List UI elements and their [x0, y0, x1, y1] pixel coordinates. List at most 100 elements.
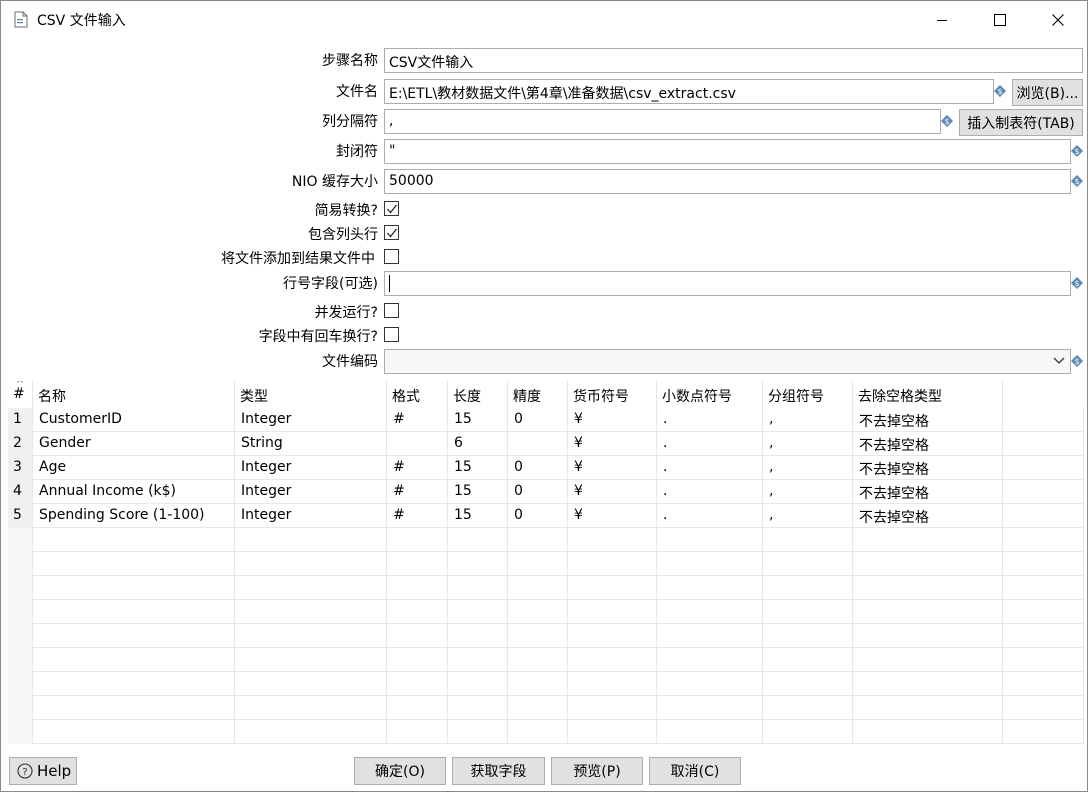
- table-cell[interactable]: [853, 720, 1003, 744]
- table-cell[interactable]: #: [387, 408, 448, 432]
- table-cell[interactable]: 0: [508, 504, 568, 528]
- table-cell[interactable]: [657, 624, 763, 648]
- table-cell[interactable]: [853, 696, 1003, 720]
- get-fields-button[interactable]: 获取字段: [452, 757, 545, 785]
- table-cell[interactable]: [763, 552, 853, 576]
- empty-table-row[interactable]: [8, 600, 1084, 624]
- table-cell[interactable]: ¥: [568, 456, 657, 480]
- table-cell[interactable]: [235, 720, 387, 744]
- table-cell[interactable]: [448, 624, 508, 648]
- table-cell[interactable]: [33, 600, 235, 624]
- table-cell[interactable]: [853, 624, 1003, 648]
- table-cell[interactable]: [508, 672, 568, 696]
- table-cell[interactable]: .: [657, 456, 763, 480]
- table-cell[interactable]: .: [657, 504, 763, 528]
- maximize-button[interactable]: [970, 1, 1030, 39]
- table-cell[interactable]: [387, 576, 448, 600]
- table-cell[interactable]: [508, 432, 568, 456]
- lazy-conversion-checkbox[interactable]: [384, 201, 399, 216]
- table-cell[interactable]: [235, 528, 387, 552]
- preview-button[interactable]: 预览(P): [551, 757, 643, 785]
- column-header[interactable]: 类型: [235, 381, 387, 408]
- table-cell[interactable]: Age: [33, 456, 235, 480]
- table-cell[interactable]: [33, 696, 235, 720]
- table-cell[interactable]: ¥: [568, 480, 657, 504]
- table-cell[interactable]: [1003, 672, 1084, 696]
- newline-in-field-checkbox[interactable]: [384, 327, 399, 342]
- table-cell[interactable]: [568, 720, 657, 744]
- table-cell[interactable]: [763, 600, 853, 624]
- table-cell[interactable]: [387, 552, 448, 576]
- table-cell[interactable]: [568, 576, 657, 600]
- table-cell[interactable]: Integer: [235, 408, 387, 432]
- table-cell[interactable]: 15: [448, 408, 508, 432]
- table-cell[interactable]: [448, 552, 508, 576]
- table-cell[interactable]: [235, 576, 387, 600]
- table-cell[interactable]: [387, 528, 448, 552]
- table-cell[interactable]: [448, 648, 508, 672]
- table-cell[interactable]: [657, 552, 763, 576]
- table-cell[interactable]: [568, 648, 657, 672]
- column-header[interactable]: 名称: [33, 381, 235, 408]
- table-cell[interactable]: ,: [763, 408, 853, 432]
- table-cell[interactable]: [1003, 552, 1084, 576]
- table-cell[interactable]: 0: [508, 408, 568, 432]
- table-cell[interactable]: [448, 528, 508, 552]
- table-cell[interactable]: [1003, 504, 1084, 528]
- nio-buffer-input[interactable]: 50000: [384, 169, 1071, 194]
- table-cell[interactable]: [853, 528, 1003, 552]
- table-cell[interactable]: .: [657, 480, 763, 504]
- table-cell[interactable]: [235, 672, 387, 696]
- table-cell[interactable]: [235, 648, 387, 672]
- table-cell[interactable]: [448, 672, 508, 696]
- table-cell[interactable]: [33, 648, 235, 672]
- table-row[interactable]: 5 Spending Score (1-100) Integer #15 0 ¥., 不去掉…: [8, 504, 1084, 528]
- table-cell[interactable]: [853, 552, 1003, 576]
- add-to-result-checkbox[interactable]: [384, 249, 399, 264]
- table-cell[interactable]: [568, 672, 657, 696]
- table-cell[interactable]: [763, 720, 853, 744]
- table-cell[interactable]: [508, 648, 568, 672]
- table-cell[interactable]: [33, 672, 235, 696]
- table-cell[interactable]: [387, 696, 448, 720]
- column-header[interactable]: 精度: [508, 381, 568, 408]
- help-button[interactable]: ? Help: [9, 757, 77, 785]
- browse-button[interactable]: 浏览(B)...: [1012, 79, 1083, 106]
- table-cell[interactable]: [657, 576, 763, 600]
- table-cell[interactable]: [657, 648, 763, 672]
- table-cell[interactable]: #: [387, 480, 448, 504]
- table-cell[interactable]: [1003, 624, 1084, 648]
- enclosure-input[interactable]: ": [384, 139, 1071, 164]
- table-cell[interactable]: [763, 528, 853, 552]
- table-cell[interactable]: 15: [448, 480, 508, 504]
- column-header[interactable]: 去除空格类型: [853, 381, 1003, 408]
- table-cell[interactable]: [568, 624, 657, 648]
- table-cell[interactable]: ¥: [568, 408, 657, 432]
- table-cell[interactable]: Integer: [235, 456, 387, 480]
- table-cell[interactable]: [235, 696, 387, 720]
- table-cell[interactable]: [387, 432, 448, 456]
- column-header[interactable]: 货币符号: [568, 381, 657, 408]
- parallel-checkbox[interactable]: [384, 303, 399, 318]
- table-cell[interactable]: 0: [508, 480, 568, 504]
- table-cell[interactable]: Annual Income (k$): [33, 480, 235, 504]
- fields-table[interactable]: ^ # 名称 类型 格式 长度 精度 货币符号 小数点符号 分组符号 去除空格类…: [8, 381, 1084, 749]
- table-cell[interactable]: Integer: [235, 504, 387, 528]
- table-cell[interactable]: [1003, 528, 1084, 552]
- encoding-select[interactable]: [384, 349, 1071, 374]
- table-cell[interactable]: [763, 648, 853, 672]
- table-cell[interactable]: [853, 672, 1003, 696]
- table-cell[interactable]: [235, 624, 387, 648]
- table-cell[interactable]: [1003, 480, 1084, 504]
- table-cell[interactable]: 0: [508, 456, 568, 480]
- table-cell[interactable]: [853, 600, 1003, 624]
- table-cell[interactable]: [763, 672, 853, 696]
- table-cell[interactable]: [657, 600, 763, 624]
- table-cell[interactable]: [763, 576, 853, 600]
- row-num-field-input[interactable]: [384, 271, 1071, 296]
- table-cell[interactable]: ¥: [568, 504, 657, 528]
- table-cell[interactable]: [448, 600, 508, 624]
- table-cell[interactable]: 不去掉空格: [853, 432, 1003, 456]
- column-header[interactable]: #: [8, 381, 33, 408]
- table-cell[interactable]: [508, 552, 568, 576]
